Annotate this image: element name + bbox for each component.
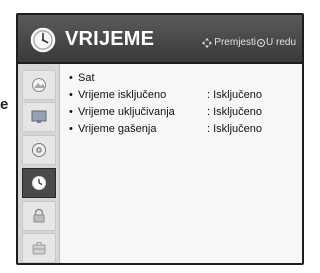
navigation-arrows-icon	[202, 37, 213, 48]
menu-content: • Sat • Vrijeme isključeno : Isključeno …	[61, 64, 302, 263]
sidebar-item-time[interactable]	[22, 168, 56, 198]
time-icon	[32, 176, 46, 190]
sidebar-item-audio[interactable]	[22, 135, 56, 165]
screen-icon	[31, 110, 47, 123]
sidebar-item-picture[interactable]	[22, 70, 56, 100]
menu-title: VRIJEME	[65, 28, 155, 50]
menu-item-value: : Isključeno	[207, 123, 263, 135]
lock-icon	[33, 208, 45, 223]
sidebar-item-option[interactable]	[22, 233, 56, 263]
audio-icon	[32, 143, 46, 157]
sidebar-item-screen[interactable]	[22, 102, 56, 132]
bullet: •	[69, 89, 73, 101]
menu-item-label: Vrijeme gašenja	[78, 123, 157, 135]
menu-item-value: : Isključeno	[207, 106, 263, 118]
menu-item-label: Vrijeme isključeno	[78, 89, 167, 101]
menu-item-value: : Isključeno	[207, 89, 263, 101]
ok-button-icon	[256, 38, 265, 47]
bullet: •	[69, 123, 73, 135]
bullet: •	[69, 106, 73, 118]
hint-move-label: Premjesti	[214, 37, 256, 48]
menu-item-label: Sat	[78, 72, 95, 84]
menu-header: VRIJEME Premjesti U redu	[18, 15, 302, 64]
bullet: •	[69, 72, 73, 84]
option-icon	[32, 242, 46, 255]
tv-menu-window: VRIJEME Premjesti U redu • Sat • Vrijeme…	[16, 13, 304, 265]
cropped-text-fragment: e	[0, 96, 9, 113]
menu-item-label: Vrijeme uključivanja	[78, 106, 175, 118]
hint-ok-label: U redu	[265, 37, 296, 48]
sidebar-item-lock[interactable]	[22, 201, 56, 231]
category-sidebar	[18, 64, 60, 263]
control-hint: Premjesti U redu	[202, 37, 296, 48]
clock-icon	[30, 27, 56, 53]
picture-icon	[32, 78, 46, 92]
screen: e VRIJEME Premjesti U redu • Sat • Vrije…	[0, 0, 320, 273]
